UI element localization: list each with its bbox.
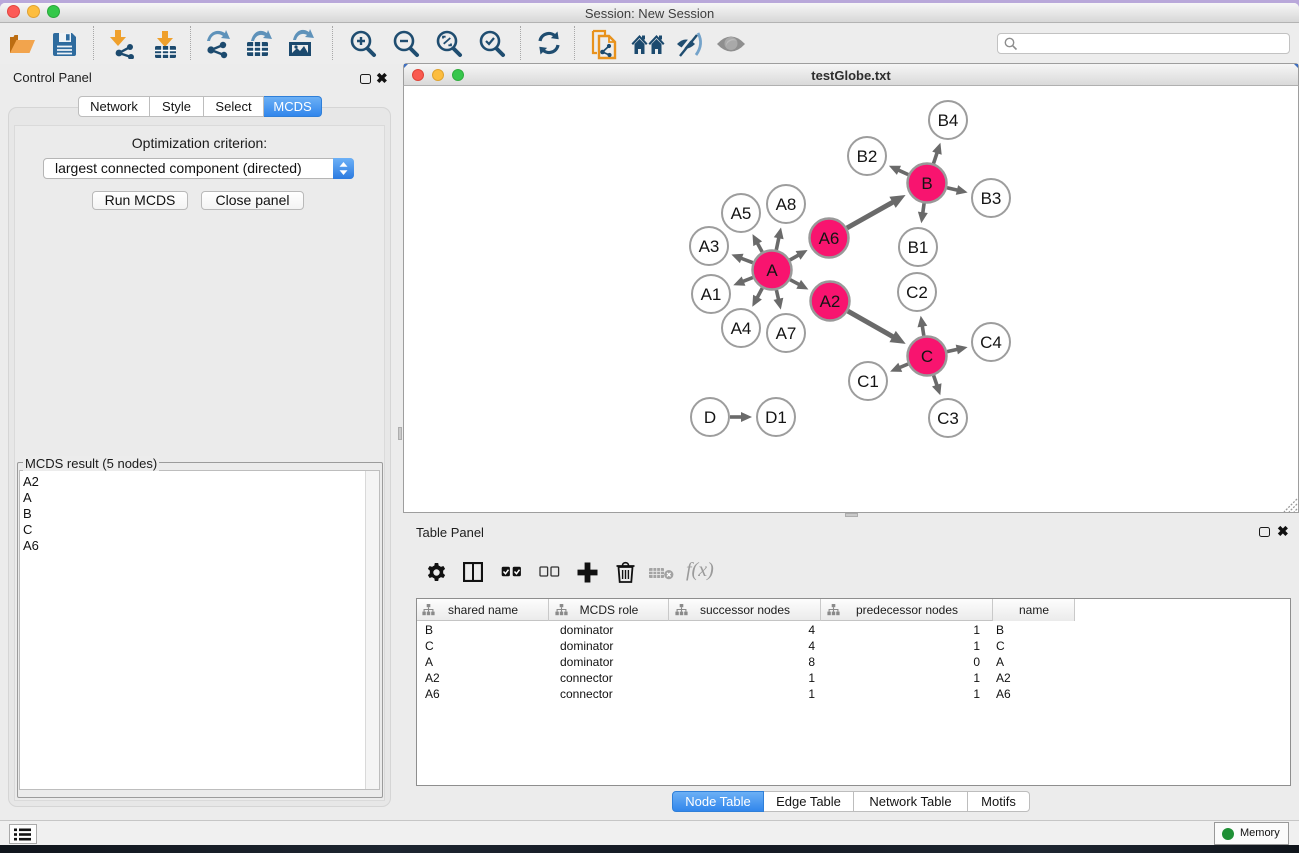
svg-text:A7: A7 bbox=[776, 324, 797, 343]
svg-text:D1: D1 bbox=[765, 408, 787, 427]
svg-text:C1: C1 bbox=[857, 372, 879, 391]
svg-text:C2: C2 bbox=[906, 283, 928, 302]
svg-text:A1: A1 bbox=[701, 285, 722, 304]
svg-text:A8: A8 bbox=[776, 195, 797, 214]
svg-text:B2: B2 bbox=[857, 147, 878, 166]
svg-text:A3: A3 bbox=[699, 237, 720, 256]
svg-text:B3: B3 bbox=[981, 189, 1002, 208]
svg-text:B: B bbox=[921, 174, 932, 193]
svg-text:B1: B1 bbox=[908, 238, 929, 257]
svg-text:A: A bbox=[766, 261, 778, 280]
svg-text:A5: A5 bbox=[731, 204, 752, 223]
svg-text:D: D bbox=[704, 408, 716, 427]
svg-text:A2: A2 bbox=[820, 292, 841, 311]
svg-text:A4: A4 bbox=[731, 319, 752, 338]
svg-text:A6: A6 bbox=[819, 229, 840, 248]
svg-text:C3: C3 bbox=[937, 409, 959, 428]
svg-text:B4: B4 bbox=[938, 111, 959, 130]
svg-text:C4: C4 bbox=[980, 333, 1002, 352]
svg-text:C: C bbox=[921, 347, 933, 366]
